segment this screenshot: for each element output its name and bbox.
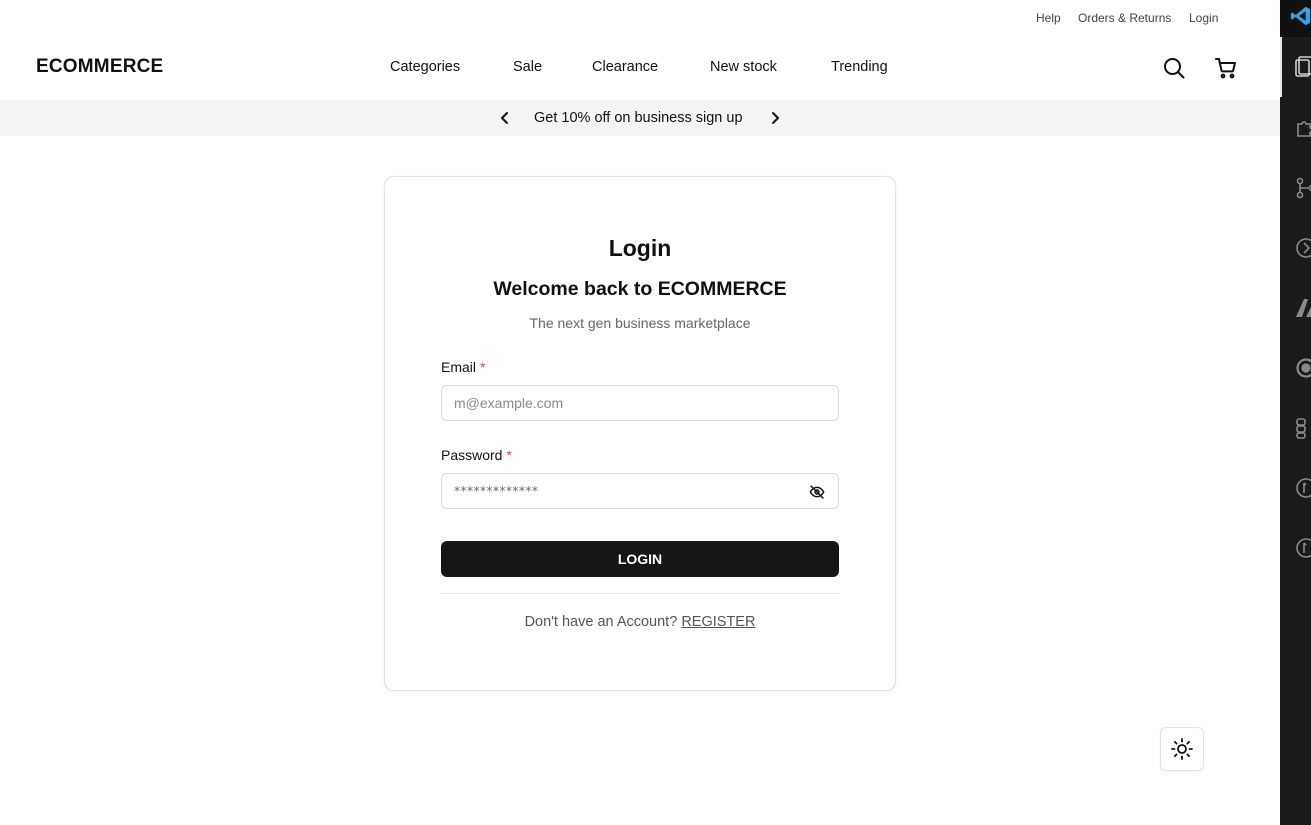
login-button[interactable]: LOGIN [441,541,839,577]
extensions-icon[interactable] [1294,116,1311,140]
main-header: ECOMMERCE Categories Sale Clearance New … [0,36,1280,100]
login-link[interactable]: Login [1189,11,1218,25]
theme-toggle-button[interactable] [1160,727,1204,771]
eye-off-icon[interactable] [808,483,826,501]
promo-banner: Get 10% off on business sign up [0,100,1280,136]
source-control-icon[interactable] [1294,176,1311,200]
explorer-icon[interactable] [1294,54,1311,78]
chevron-right-icon[interactable] [765,108,785,128]
issues-icon[interactable] [1294,536,1311,560]
password-label-text: Password [441,447,503,463]
timeline-icon[interactable] [1294,356,1311,380]
login-title: Login [608,235,672,261]
email-field-wrapper [441,385,839,421]
email-label: Email * [441,359,485,375]
register-prompt: Don't have an Account? REGISTER [385,614,895,630]
nav-sale[interactable]: Sale [513,59,542,75]
pull-requests-icon[interactable] [1294,476,1311,500]
divider [441,593,839,594]
search-icon[interactable] [1161,55,1187,81]
utility-bar: Help Orders & Returns Login [0,0,1280,36]
nav-new-stock[interactable]: New stock [710,59,777,75]
promo-text: Get 10% off on business sign up [534,110,743,126]
sun-icon [1171,738,1193,760]
email-label-text: Email [441,359,477,375]
cart-icon[interactable] [1213,55,1239,81]
nav-clearance[interactable]: Clearance [592,59,658,75]
remote-icon[interactable] [1294,296,1311,320]
email-field[interactable] [454,386,794,420]
testing-icon[interactable] [1294,416,1311,440]
nav-categories[interactable]: Categories [390,59,460,75]
brand-logo[interactable]: ECOMMERCE [36,56,163,78]
password-label: Password * [441,447,512,463]
register-link[interactable]: REGISTER [681,614,755,630]
register-prompt-text: Don't have an Account? [524,614,678,630]
active-indicator [1280,37,1282,97]
nav-trending[interactable]: Trending [831,59,888,75]
chevron-left-icon[interactable] [495,108,515,128]
required-marker: * [506,447,512,463]
help-link[interactable]: Help [1036,11,1061,25]
password-field[interactable]: ************* [441,473,839,509]
run-debug-icon[interactable] [1294,236,1311,260]
password-value: ************* [454,484,539,498]
orders-returns-link[interactable]: Orders & Returns [1078,11,1171,25]
page: Help Orders & Returns Login ECOMMERCE Ca… [0,0,1280,825]
login-card: Login Welcome back to ECOMMERCE The next… [384,176,896,691]
vscode-logo-icon [1290,6,1311,26]
tagline: The next gen business marketplace [529,315,751,331]
welcome-heading: Welcome back to ECOMMERCE [493,278,787,300]
editor-activity-bar [1280,0,1311,825]
required-marker: * [480,359,486,375]
